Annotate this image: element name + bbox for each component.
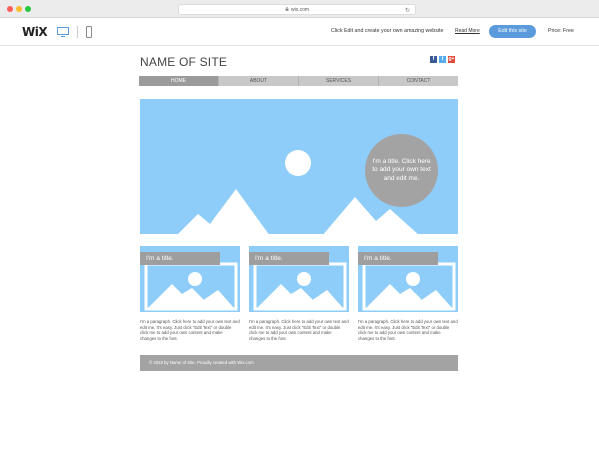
twitter-icon[interactable]: t (439, 56, 446, 63)
site-nav: HOME ABOUT SERVICES CONTACT (139, 76, 458, 86)
card-image-placeholder[interactable]: I'm a title. (140, 246, 240, 312)
divider (77, 26, 78, 38)
card-paragraph[interactable]: I'm a paragraph. Click here to add your … (358, 319, 458, 341)
nav-item-services[interactable]: SERVICES (299, 76, 379, 86)
maximize-window-button[interactable] (25, 6, 31, 12)
nav-item-contact[interactable]: CONTACT (379, 76, 458, 86)
hero-image-placeholder[interactable]: I'm a title. Click here to add your own … (140, 99, 458, 236)
card-title[interactable]: I'm a title. (358, 252, 438, 265)
card-image-placeholder[interactable]: I'm a title. (249, 246, 349, 312)
minimize-window-button[interactable] (16, 6, 22, 12)
card-paragraph[interactable]: I'm a paragraph. Click here to add your … (140, 319, 240, 341)
mobile-icon[interactable] (86, 26, 92, 38)
card-paragraph[interactable]: I'm a paragraph. Click here to add your … (249, 319, 349, 341)
nav-item-home[interactable]: HOME (139, 76, 219, 86)
url-text: wix.com (290, 7, 310, 13)
read-more-link[interactable]: Read More (455, 28, 480, 34)
promo-text: Click Edit and create your own amazing w… (331, 28, 444, 34)
nav-item-about[interactable]: ABOUT (219, 76, 299, 86)
site-title[interactable]: NAME OF SITE (140, 55, 227, 69)
address-bar[interactable]: wix.com ↻ (178, 4, 416, 15)
card-title[interactable]: I'm a title. (140, 252, 220, 265)
google-plus-icon[interactable]: g+ (448, 56, 455, 63)
edit-site-button[interactable]: Edit this site (489, 25, 536, 38)
card-title[interactable]: I'm a title. (249, 252, 329, 265)
hero-title-circle[interactable]: I'm a title. Click here to add your own … (365, 134, 438, 207)
wix-topbar: WiX Click Edit and create your own amazi… (0, 18, 599, 46)
site-footer: © 2023 by Name of Site. Proudly created … (140, 355, 458, 371)
price-label: Price: Free (548, 28, 574, 34)
wix-logo[interactable]: WiX (22, 25, 48, 39)
reload-icon[interactable]: ↻ (405, 6, 410, 16)
browser-chrome: wix.com ↻ (0, 0, 599, 18)
facebook-icon[interactable]: f (430, 56, 437, 63)
lock-icon (285, 7, 289, 11)
close-window-button[interactable] (7, 6, 13, 12)
desktop-icon[interactable] (57, 27, 69, 37)
card-image-placeholder[interactable]: I'm a title. (358, 246, 458, 312)
